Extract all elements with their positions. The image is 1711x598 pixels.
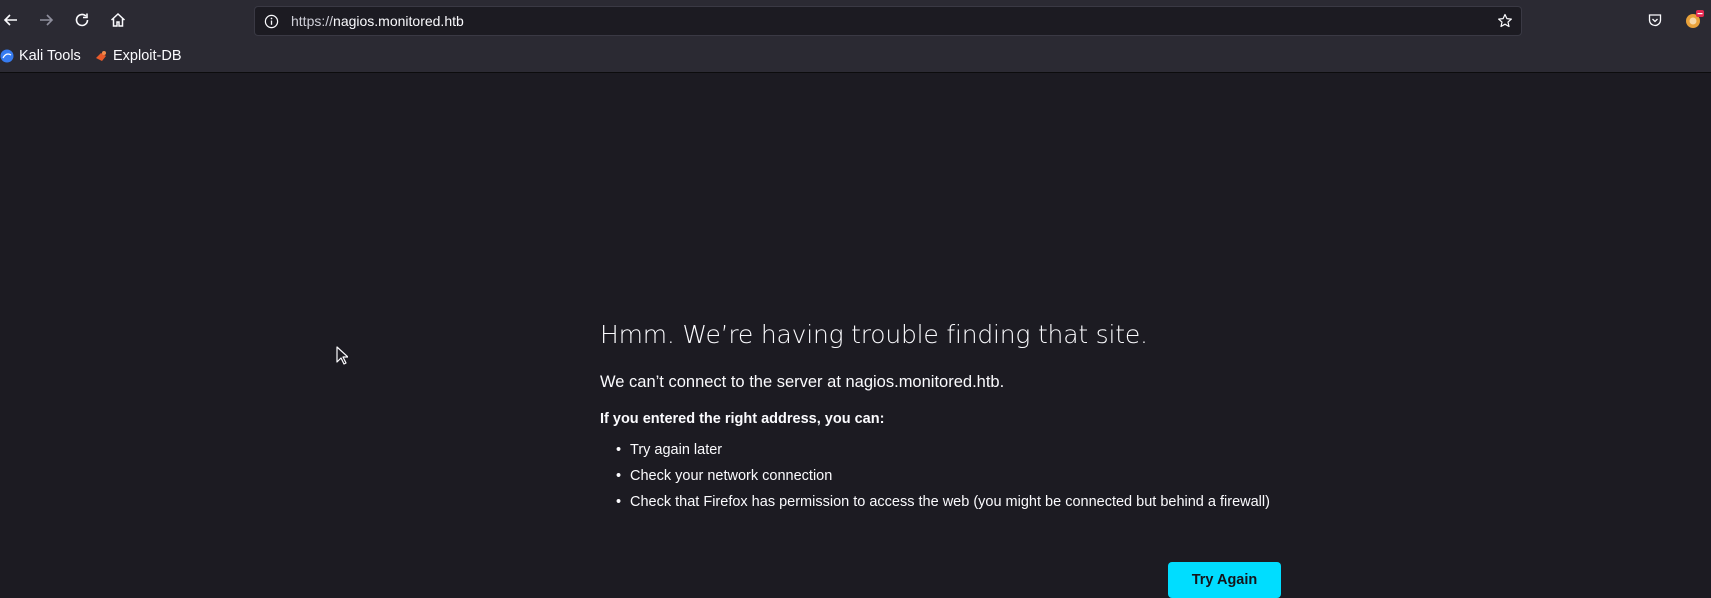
bookmarks-bar: Kali Tools Exploit-DB (0, 40, 1711, 73)
star-icon[interactable] (1495, 11, 1515, 31)
error-page: Hmm. We’re having trouble finding that s… (600, 320, 1360, 598)
back-button[interactable] (0, 6, 25, 34)
mouse-cursor-icon (336, 346, 348, 365)
home-icon (110, 12, 126, 27)
info-icon[interactable] (261, 11, 281, 31)
list-item: Check your network connection (616, 466, 1360, 492)
kali-icon (0, 49, 14, 63)
browser-toolbar: https://nagios.monitored.htb (0, 0, 1711, 40)
pocket-icon[interactable] (1645, 10, 1665, 30)
home-button[interactable] (104, 6, 132, 34)
bookmark-label: Kali Tools (19, 48, 81, 64)
url-prefix: https:// (291, 13, 334, 29)
tips-list: Try again later Check your network conne… (616, 440, 1360, 518)
extension-icon[interactable] (1684, 10, 1704, 30)
url-text[interactable]: https://nagios.monitored.htb (291, 13, 464, 29)
reload-icon (75, 13, 89, 27)
url-host: nagios.monitored.htb (333, 13, 464, 29)
url-bar[interactable]: https://nagios.monitored.htb (254, 6, 1522, 36)
bookmark-exploit-db[interactable]: Exploit-DB (94, 46, 182, 66)
bookmark-label: Exploit-DB (113, 48, 182, 64)
reload-button[interactable] (68, 6, 96, 34)
list-item: Try again later (616, 440, 1360, 466)
list-item: Check that Firefox has permission to acc… (616, 492, 1360, 518)
error-title: Hmm. We’re having trouble finding that s… (600, 320, 1148, 349)
forward-button[interactable] (32, 6, 60, 34)
error-lead: We can’t connect to the server at nagios… (600, 373, 1005, 391)
back-icon (3, 14, 17, 26)
exploitdb-icon (96, 51, 106, 61)
error-instructions: If you entered the right address, you ca… (600, 411, 885, 427)
forward-icon (40, 14, 54, 26)
bookmark-kali-tools[interactable]: Kali Tools (0, 46, 81, 66)
